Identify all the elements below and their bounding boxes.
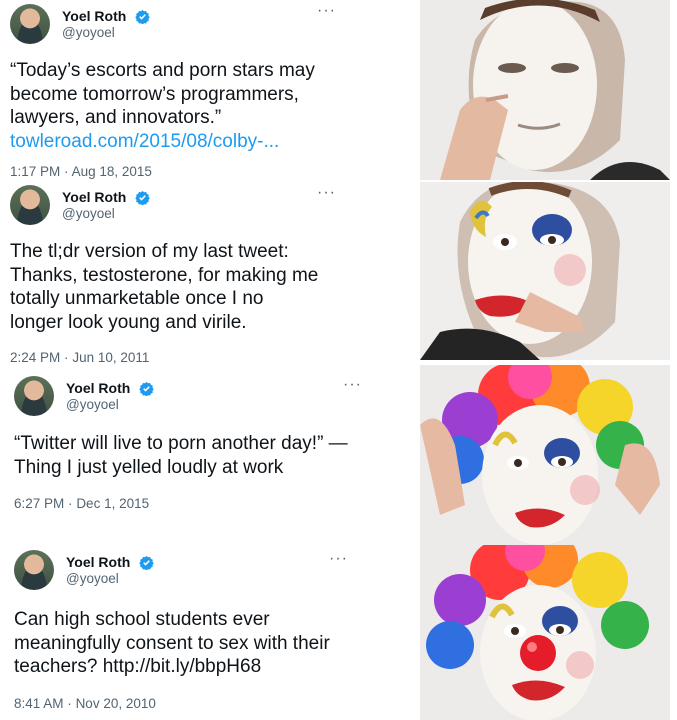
- tweet-2[interactable]: Yoel Roth @yoyoel ··· The tl;dr version …: [0, 182, 362, 372]
- tweet-timestamp[interactable]: 1:17 PM · Aug 18, 2015: [10, 164, 152, 179]
- tweet-4[interactable]: Yoel Roth @yoyoel ··· Can high school st…: [0, 540, 362, 720]
- author-name[interactable]: Yoel Roth: [62, 189, 126, 205]
- avatar[interactable]: [14, 376, 54, 416]
- meme-face-illustration: [420, 182, 670, 360]
- meme-face-illustration: [420, 0, 670, 180]
- tweet-3[interactable]: Yoel Roth @yoyoel ··· “Twitter will live…: [0, 372, 362, 540]
- verified-badge-icon: [135, 190, 150, 205]
- meme-face-illustration: [420, 545, 670, 720]
- verified-badge-icon: [135, 9, 150, 24]
- author-name[interactable]: Yoel Roth: [66, 554, 130, 570]
- tweet-timestamp[interactable]: 2:24 PM · Jun 10, 2011: [10, 350, 149, 365]
- author-name[interactable]: Yoel Roth: [62, 8, 126, 24]
- meme-panel-full-clown: [420, 545, 670, 720]
- avatar[interactable]: [10, 185, 50, 225]
- more-options-icon[interactable]: ···: [317, 2, 336, 20]
- tweet-text: “Today’s escorts and porn stars may beco…: [10, 59, 360, 153]
- more-options-icon[interactable]: ···: [317, 184, 336, 202]
- verified-badge-icon: [139, 381, 154, 396]
- tweet-1[interactable]: Yoel Roth @yoyoel ··· “Today’s escorts a…: [0, 0, 362, 182]
- tweet-text: “Twitter will live to porn another day!”…: [14, 433, 348, 478]
- meme-face-illustration: [420, 365, 670, 545]
- author-handle[interactable]: @yoyoel: [66, 397, 119, 412]
- avatar[interactable]: [10, 4, 50, 44]
- avatar[interactable]: [14, 550, 54, 590]
- tweet-timestamp[interactable]: 6:27 PM · Dec 1, 2015: [14, 496, 149, 511]
- tweet-timestamp[interactable]: 8:41 AM · Nov 20, 2010: [14, 696, 156, 711]
- author-name[interactable]: Yoel Roth: [66, 380, 130, 396]
- author-handle[interactable]: @yoyoel: [66, 571, 119, 586]
- more-options-icon[interactable]: ···: [329, 550, 348, 568]
- meme-panel-white-face: [420, 0, 670, 180]
- tweet-text: Can high school students ever meaningful…: [14, 609, 330, 677]
- tweet-link[interactable]: towleroad.com/2015/08/colby-...: [10, 130, 360, 154]
- author-handle[interactable]: @yoyoel: [62, 206, 115, 221]
- more-options-icon[interactable]: ···: [343, 376, 362, 394]
- meme-panel-wig: [420, 365, 670, 545]
- verified-badge-icon: [139, 555, 154, 570]
- meme-panel-makeup: [420, 182, 670, 360]
- tweet-text: The tl;dr version of my last tweet: Than…: [10, 241, 319, 333]
- author-handle[interactable]: @yoyoel: [62, 25, 115, 40]
